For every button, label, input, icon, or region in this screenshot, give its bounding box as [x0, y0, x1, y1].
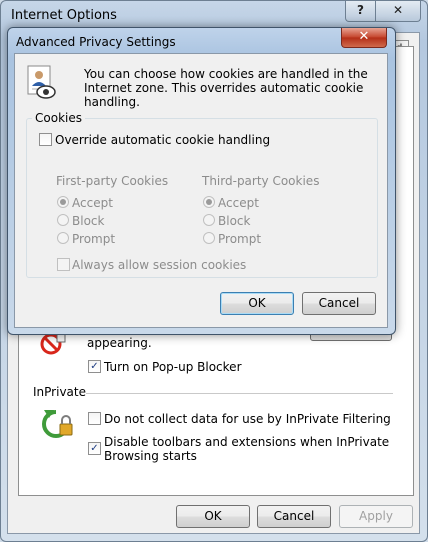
window-title: Internet Options: [11, 8, 117, 23]
first-party-accept-radio[interactable]: [57, 196, 69, 208]
session-cookies-checkbox[interactable]: [57, 258, 70, 271]
third-party-prompt-radio[interactable]: [203, 232, 215, 244]
cancel-button[interactable]: Cancel: [257, 505, 331, 528]
popup-blocker-label[interactable]: Turn on Pop-up Blocker: [104, 360, 242, 374]
help-button[interactable]: ?: [345, 1, 376, 22]
third-party-accept-label[interactable]: Accept: [218, 196, 259, 210]
section-divider: [86, 393, 393, 394]
dialog-cancel-button[interactable]: Cancel: [302, 292, 376, 315]
session-cookies-label[interactable]: Always allow session cookies: [72, 258, 246, 272]
inprivate-filtering-label[interactable]: Do not collect data for use by InPrivate…: [104, 412, 391, 426]
close-button[interactable]: ✕: [375, 1, 421, 22]
third-party-block-radio[interactable]: [203, 214, 215, 226]
first-party-accept-label[interactable]: Accept: [72, 196, 113, 210]
popup-description: appearing.: [87, 336, 152, 350]
disable-toolbars-checkbox[interactable]: ✓: [88, 442, 101, 455]
inprivate-filtering-checkbox[interactable]: [88, 412, 101, 425]
privacy-document-icon: [27, 65, 56, 99]
third-party-prompt-label[interactable]: Prompt: [218, 232, 261, 246]
third-party-accept-radio[interactable]: [203, 196, 215, 208]
dialog-ok-button[interactable]: OK: [220, 292, 294, 315]
third-party-block-label[interactable]: Block: [218, 214, 250, 228]
override-label[interactable]: Override automatic cookie handling: [55, 133, 270, 147]
first-party-prompt-radio[interactable]: [57, 232, 69, 244]
apply-button[interactable]: Apply: [339, 505, 413, 528]
cookies-group-title: Cookies: [32, 111, 85, 125]
first-party-prompt-label[interactable]: Prompt: [72, 232, 115, 246]
popup-blocker-checkbox[interactable]: ✓: [88, 360, 101, 373]
ok-button[interactable]: OK: [176, 505, 250, 528]
first-party-heading: First-party Cookies: [56, 174, 169, 188]
disable-toolbars-label[interactable]: Disable toolbars and extensions when InP…: [104, 435, 394, 463]
first-party-block-radio[interactable]: [57, 214, 69, 226]
info-description: You can choose how cookies are handled i…: [84, 67, 368, 109]
override-checkbox[interactable]: [39, 133, 52, 146]
dialog-close-button[interactable]: ✕: [341, 28, 387, 48]
third-party-heading: Third-party Cookies: [202, 174, 320, 188]
inprivate-icon: [42, 410, 73, 438]
dialog-title: Advanced Privacy Settings: [16, 35, 176, 49]
inprivate-heading: InPrivate: [33, 385, 86, 399]
first-party-block-label[interactable]: Block: [72, 214, 104, 228]
